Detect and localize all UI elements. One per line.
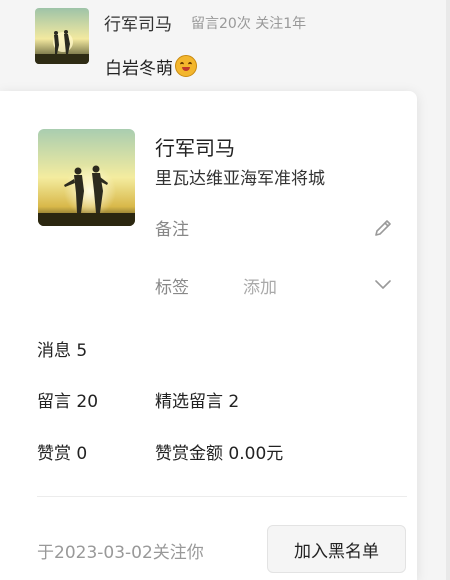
tags-label: 标签	[155, 278, 189, 298]
remark-label: 备注	[155, 220, 189, 240]
profile-name: 行军司马	[155, 136, 235, 160]
stat-featured-comments[interactable]: 精选留言 2	[155, 387, 239, 412]
grinning-face-emoji-icon	[175, 55, 197, 77]
chevron-down-icon[interactable]	[373, 277, 393, 291]
stat-reward-amount: 赞赏金额 0.00元	[155, 444, 284, 464]
add-to-blacklist-button[interactable]: 加入黑名单	[267, 525, 406, 573]
comment-text-body: 白岩冬萌	[105, 59, 173, 79]
profile-location: 里瓦达维亚海军准将城	[155, 169, 325, 189]
comment-author-name[interactable]: 行军司马	[104, 10, 172, 35]
tags-add-link[interactable]: 添加	[243, 273, 277, 298]
silhouette-photo-icon	[35, 8, 89, 64]
stat-rewards[interactable]: 赞赏 0	[37, 439, 87, 464]
stat-comments[interactable]: 留言 20	[37, 387, 98, 412]
comment-avatar[interactable]	[35, 8, 89, 64]
stat-messages[interactable]: 消息 5	[37, 336, 87, 361]
comment-text: 白岩冬萌	[105, 54, 197, 79]
divider	[37, 496, 407, 497]
followed-since-text: 于2023-03-02关注你	[37, 543, 204, 563]
silhouette-photo-icon	[38, 129, 135, 226]
edit-pencil-icon[interactable]	[372, 217, 394, 239]
profile-avatar[interactable]	[38, 129, 135, 226]
comment-meta: 留言20次 关注1年	[191, 16, 307, 32]
profile-card: 行军司马 里瓦达维亚海军准将城 备注 标签 添加 消息 5 留言 20 精选留言…	[0, 91, 417, 580]
scroll-edge	[446, 0, 450, 580]
